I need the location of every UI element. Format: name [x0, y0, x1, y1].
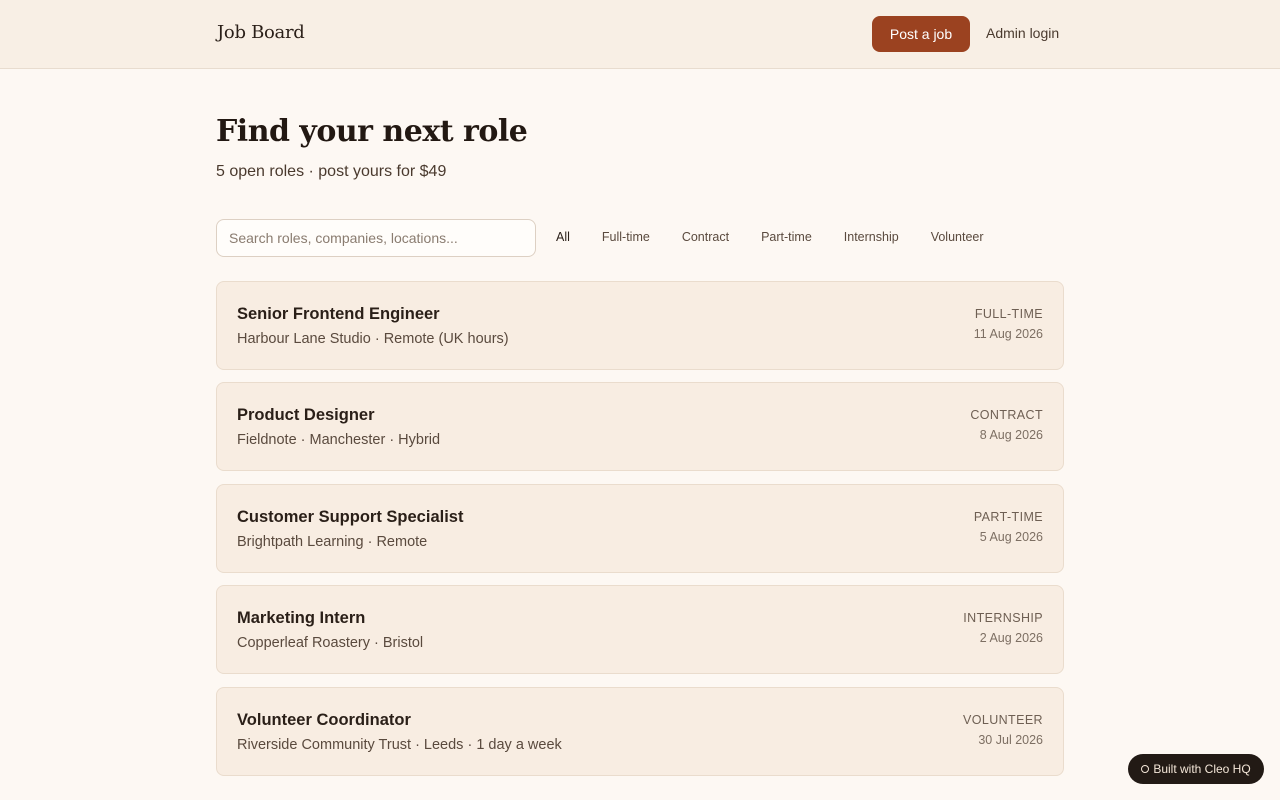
job-type-badge: INTERNSHIP [963, 611, 1043, 625]
filter-volunteer[interactable]: Volunteer [921, 226, 994, 248]
filter-all[interactable]: All [546, 226, 580, 248]
job-title: Product Designer [237, 406, 375, 424]
job-title: Customer Support Specialist [237, 508, 464, 526]
job-meta: Copperleaf Roastery · Bristol [237, 635, 424, 651]
job-type-badge: CONTRACT [970, 408, 1043, 422]
post-job-button[interactable]: Post a job [872, 16, 970, 52]
job-card[interactable]: Volunteer Coordinator Riverside Communit… [216, 687, 1064, 776]
job-title: Marketing Intern [237, 609, 366, 627]
built-with-label: Built with Cleo HQ [1153, 762, 1251, 776]
filter-full-time[interactable]: Full-time [592, 226, 660, 248]
page-title: Find your next role [216, 114, 528, 149]
job-date: 11 Aug 2026 [973, 327, 1043, 341]
page-subtitle: 5 open roles · post yours for $49 [216, 163, 447, 180]
job-meta: Riverside Community Trust · Leeds · 1 da… [237, 737, 562, 753]
built-with-badge[interactable]: Built with Cleo HQ [1128, 754, 1264, 784]
filter-bar: All Full-time Contract Part-time Interns… [546, 226, 1006, 248]
job-date: 8 Aug 2026 [979, 428, 1043, 442]
filter-contract[interactable]: Contract [672, 226, 739, 248]
admin-login-link[interactable]: Admin login [986, 25, 1059, 41]
job-date: 2 Aug 2026 [979, 631, 1043, 645]
job-type-badge: VOLUNTEER [962, 713, 1043, 727]
job-meta: Fieldnote · Manchester · Hybrid [237, 432, 441, 448]
job-date: 5 Aug 2026 [979, 530, 1043, 544]
filter-part-time[interactable]: Part-time [751, 226, 822, 248]
top-header: Job Board Post a job Admin login [0, 0, 1280, 69]
circle-icon [1141, 765, 1150, 773]
filter-internship[interactable]: Internship [834, 226, 909, 248]
job-date: 30 Jul 2026 [978, 733, 1043, 747]
job-type-badge: PART-TIME [973, 510, 1043, 524]
search-input[interactable] [216, 219, 536, 257]
job-card[interactable]: Marketing Intern Copperleaf Roastery · B… [216, 585, 1064, 674]
job-title: Senior Frontend Engineer [237, 305, 440, 323]
job-card[interactable]: Product Designer Fieldnote · Manchester … [216, 382, 1064, 471]
job-title: Volunteer Coordinator [237, 711, 411, 729]
job-type-badge: FULL-TIME [974, 307, 1043, 321]
job-card[interactable]: Senior Frontend Engineer Harbour Lane St… [216, 281, 1064, 370]
brand-logo[interactable]: Job Board [217, 22, 305, 43]
job-meta: Harbour Lane Studio · Remote (UK hours) [237, 331, 509, 347]
job-meta: Brightpath Learning · Remote [237, 534, 428, 550]
job-card[interactable]: Customer Support Specialist Brightpath L… [216, 484, 1064, 573]
